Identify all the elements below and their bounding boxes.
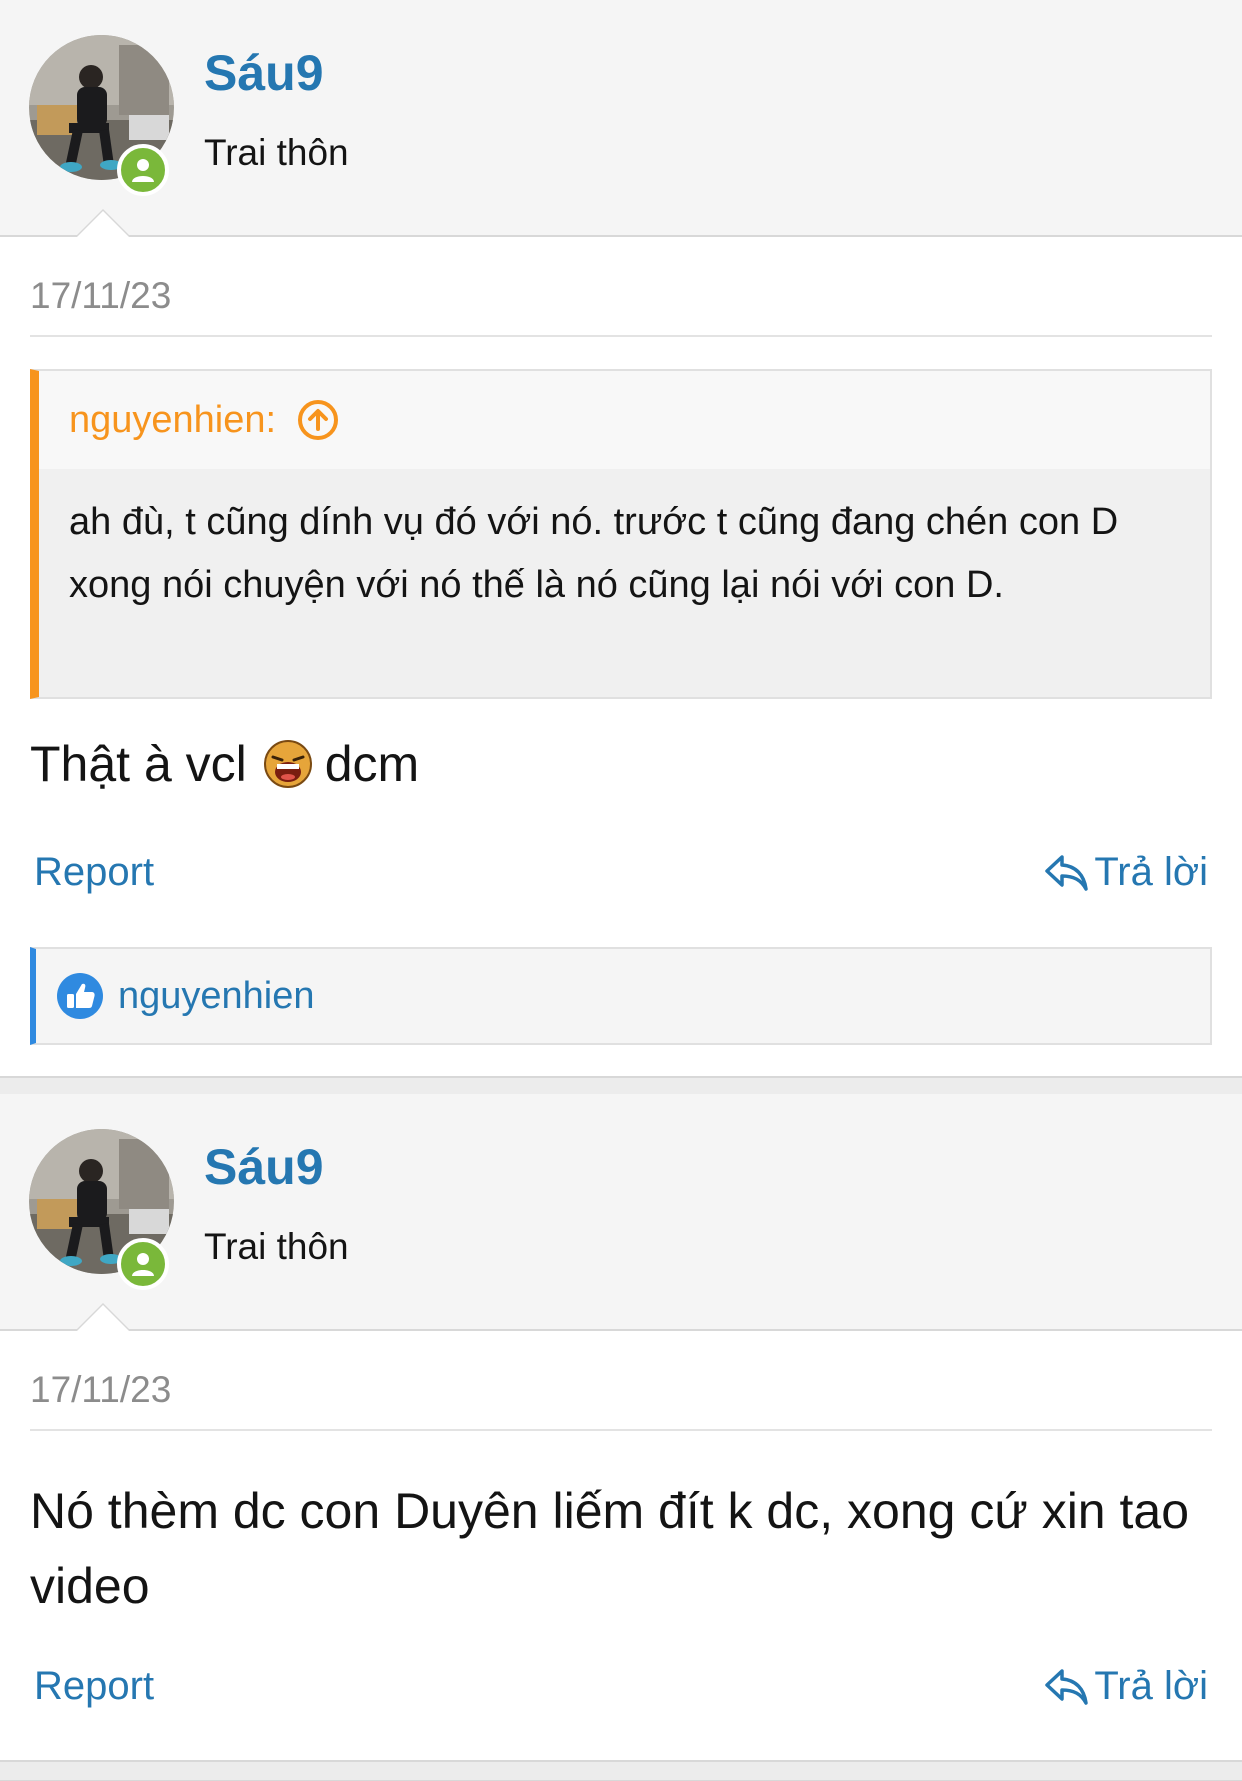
post-date[interactable]: 17/11/23 <box>30 275 171 317</box>
reply-label: Trả lời <box>1094 850 1208 894</box>
username[interactable]: Sáu9 <box>204 44 324 102</box>
message-text-end: dcm <box>324 736 420 792</box>
post-header: Sáu9 Trai thôn <box>0 0 1242 237</box>
thumbs-up-icon <box>57 973 103 1019</box>
quote-author[interactable]: nguyenhien: <box>69 399 276 442</box>
arrow-up-circle-icon[interactable] <box>296 398 340 442</box>
user-title: Trai thôn <box>204 132 349 173</box>
user-title: Trai thôn <box>204 1226 349 1267</box>
post-1: Sáu9 Trai thôn 17/11/23 nguyenhien: ah đ… <box>0 0 1242 1045</box>
reply-label: Trả lời <box>1094 1664 1208 1708</box>
header-pointer <box>75 1303 131 1331</box>
quote-text: ah đù, t cũng dính vụ đó với nó. trước t… <box>39 469 1210 697</box>
reply-icon <box>1045 854 1089 891</box>
reply-button[interactable]: Trả lời <box>1042 1664 1208 1709</box>
post-message: Nó thèm dc con Duyên liếm đít k dc, xong… <box>30 1483 1190 1614</box>
thread-page: Sáu9 Trai thôn 17/11/23 nguyenhien: ah đ… <box>0 0 1242 1781</box>
quote-block: nguyenhien: ah đù, t cũng dính vụ đó với… <box>30 369 1212 699</box>
post-header: Sáu9 Trai thôn <box>0 1094 1242 1331</box>
post-actions: Report Trả lời <box>34 850 1208 895</box>
post-separator <box>0 1760 1242 1781</box>
message-text: Thật à vcl <box>30 736 247 792</box>
quote-header[interactable]: nguyenhien: <box>39 371 1210 469</box>
header-pointer <box>75 209 131 237</box>
post-actions: Report Trả lời <box>34 1664 1208 1709</box>
reaction-user-link[interactable]: nguyenhien <box>118 975 315 1018</box>
report-button[interactable]: Report <box>34 850 154 895</box>
divider <box>30 1429 1212 1431</box>
reply-button[interactable]: Trả lời <box>1042 850 1208 895</box>
reactions-bar[interactable]: nguyenhien <box>30 947 1212 1045</box>
divider <box>30 335 1212 337</box>
report-button[interactable]: Report <box>34 1664 154 1709</box>
username[interactable]: Sáu9 <box>204 1138 324 1196</box>
online-status-icon <box>117 1238 169 1290</box>
reply-icon <box>1045 1668 1089 1705</box>
online-status-icon <box>117 144 169 196</box>
post-message: Thật à vcl dcm <box>30 735 419 793</box>
post-2: Sáu9 Trai thôn 17/11/23 Nó thèm dc con D… <box>0 1094 1242 1708</box>
laughing-emoji-icon <box>263 739 313 789</box>
post-date[interactable]: 17/11/23 <box>30 1369 171 1411</box>
